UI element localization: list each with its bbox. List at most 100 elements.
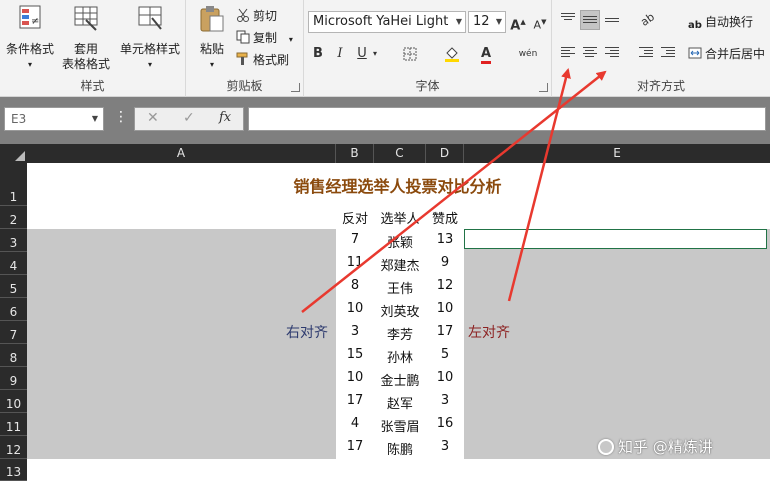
fill-color-button[interactable] — [442, 44, 462, 64]
cell-for[interactable]: 9 — [426, 255, 464, 270]
shrink-font-button[interactable]: A▼ — [530, 12, 550, 32]
cell-for[interactable]: 5 — [426, 347, 464, 362]
align-left-button[interactable] — [558, 42, 578, 62]
borders-button[interactable] — [400, 44, 420, 64]
cell-for[interactable]: 13 — [426, 232, 464, 247]
row-header-2[interactable]: 2 — [0, 206, 27, 229]
cell-for[interactable]: 12 — [426, 278, 464, 293]
cancel-button[interactable]: ✕ — [147, 110, 159, 126]
cell-styles-button[interactable]: 单元格样式 ▾ — [114, 4, 186, 72]
selected-cell-e3[interactable] — [464, 229, 767, 249]
range-e3-e12[interactable] — [464, 229, 770, 459]
cell-candidate[interactable]: 郑建杰 — [374, 255, 426, 274]
align-center-button[interactable] — [580, 42, 600, 62]
decrease-indent-button[interactable] — [636, 42, 656, 62]
row-header-4[interactable]: 4 — [0, 252, 27, 275]
row-header-3[interactable]: 3 — [0, 229, 27, 252]
orientation-button[interactable]: ab — [638, 10, 658, 30]
cell-against[interactable]: 10 — [336, 370, 374, 385]
merge-center-button[interactable]: 合并后居中 — [688, 44, 765, 64]
cell-against[interactable]: 11 — [336, 255, 374, 270]
formula-input[interactable] — [248, 107, 766, 131]
bold-button[interactable]: B — [308, 44, 328, 64]
cut-label: 剪切 — [253, 9, 278, 23]
cell-candidate[interactable]: 赵军 — [374, 393, 426, 412]
cell-candidate[interactable]: 李芳 — [374, 324, 426, 343]
clipboard-launcher-icon[interactable] — [291, 83, 300, 92]
column-header-a[interactable]: A — [27, 144, 336, 163]
cell-for[interactable]: 10 — [426, 301, 464, 316]
font-launcher-icon[interactable] — [539, 83, 548, 92]
header-against[interactable]: 反对 — [336, 208, 374, 227]
header-candidate[interactable]: 选举人 — [374, 208, 426, 227]
header-for[interactable]: 赞成 — [426, 208, 464, 227]
cell-for[interactable]: 10 — [426, 370, 464, 385]
column-header-e[interactable]: E — [464, 144, 770, 163]
conditional-format-button[interactable]: ≠ 条件格式 ▾ — [2, 4, 58, 72]
row-header-12[interactable]: 12 — [0, 436, 27, 459]
cell-against[interactable]: 17 — [336, 393, 374, 408]
row-header-1[interactable]: 1 — [0, 163, 27, 206]
row-header-9[interactable]: 9 — [0, 367, 27, 390]
cut-button[interactable]: 剪切 — [236, 6, 277, 26]
styles-group: ≠ 条件格式 ▾ 套用 表格格式 单元格样式 ▾ 样式 — [0, 0, 186, 97]
grow-font-button[interactable]: A▲ — [508, 12, 528, 33]
formula-bar: E3 ▼ ⋮ ✕ ✓ fx — [0, 97, 770, 144]
cell-for[interactable]: 3 — [426, 439, 464, 454]
cell-candidate[interactable]: 陈鹏 — [374, 439, 426, 458]
paste-label: 粘贴 — [199, 42, 224, 56]
row-header-8[interactable]: 8 — [0, 344, 27, 367]
row-header-6[interactable]: 6 — [0, 298, 27, 321]
align-right-button[interactable] — [602, 42, 622, 62]
table-format-button[interactable]: 套用 表格格式 — [58, 4, 114, 72]
cell-against[interactable]: 3 — [336, 324, 374, 339]
row-header-11[interactable]: 11 — [0, 413, 27, 436]
underline-button[interactable]: U — [352, 44, 372, 64]
column-header-b[interactable]: B — [336, 144, 374, 163]
cell-candidate[interactable]: 王伟 — [374, 278, 426, 297]
format-painter-button[interactable]: 格式刷 — [236, 50, 289, 70]
cell-against[interactable]: 17 — [336, 439, 374, 454]
cell-against[interactable]: 4 — [336, 416, 374, 431]
font-color-button[interactable]: A — [476, 44, 496, 64]
wrap-text-button[interactable]: ab 自动换行 — [688, 12, 753, 32]
cell-candidate[interactable]: 张雪眉 — [374, 416, 426, 435]
cell-candidate[interactable]: 张颖 — [374, 232, 426, 251]
top-align-button[interactable] — [558, 10, 578, 30]
row-header-7[interactable]: 7 — [0, 321, 27, 344]
paint-bucket-icon — [445, 47, 459, 62]
select-all-button[interactable] — [0, 144, 27, 163]
cell-for[interactable]: 17 — [426, 324, 464, 339]
cell-for[interactable]: 16 — [426, 416, 464, 431]
row-header-10[interactable]: 10 — [0, 390, 27, 413]
paste-button[interactable]: 粘贴 ▾ — [194, 4, 230, 72]
copy-button[interactable]: 复制 ▾ — [236, 28, 293, 48]
cell-candidate[interactable]: 刘英玫 — [374, 301, 426, 320]
font-size-select[interactable]: 12 ▼ — [468, 11, 506, 33]
copy-icon — [236, 30, 250, 44]
italic-button[interactable]: I — [330, 44, 350, 64]
phonetic-button[interactable]: wén — [518, 44, 538, 64]
cell-against[interactable]: 7 — [336, 232, 374, 247]
bottom-align-button[interactable] — [602, 10, 622, 30]
row-header-5[interactable]: 5 — [0, 275, 27, 298]
enter-button[interactable]: ✓ — [183, 110, 195, 126]
cell-candidate[interactable]: 孙林 — [374, 347, 426, 366]
row-header-13[interactable]: 13 — [0, 459, 27, 481]
insert-function-button[interactable]: fx — [219, 110, 231, 125]
cell-candidate[interactable]: 金士鹏 — [374, 370, 426, 389]
column-header-d[interactable]: D — [426, 144, 464, 163]
increase-indent-button[interactable] — [658, 42, 678, 62]
increase-indent-icon — [661, 47, 675, 57]
cell-against[interactable]: 8 — [336, 278, 374, 293]
cell-for[interactable]: 3 — [426, 393, 464, 408]
font-name-select[interactable]: Microsoft YaHei Light ▼ — [308, 11, 466, 33]
range-a3-a12[interactable] — [27, 229, 336, 459]
cell-against[interactable]: 15 — [336, 347, 374, 362]
font-size-value: 12 — [473, 14, 490, 29]
cell-against[interactable]: 10 — [336, 301, 374, 316]
middle-align-button[interactable] — [580, 10, 600, 30]
underline-dropdown-icon[interactable]: ▾ — [370, 44, 380, 64]
name-box[interactable]: E3 ▼ — [4, 107, 104, 131]
column-header-c[interactable]: C — [374, 144, 426, 163]
